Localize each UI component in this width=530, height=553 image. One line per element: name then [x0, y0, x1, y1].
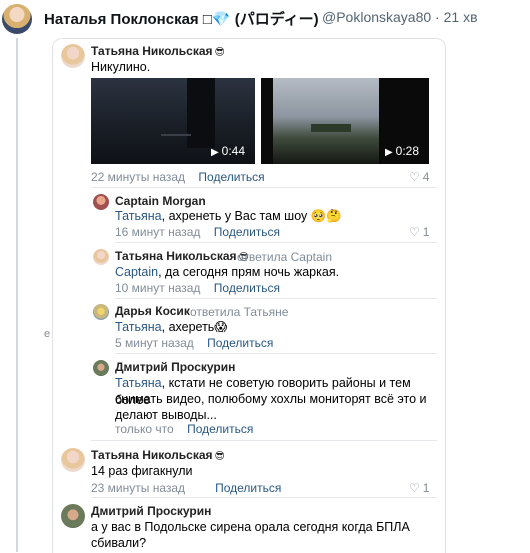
heart-outline-icon: ♡ [409, 225, 420, 239]
like-count: 4 [422, 170, 430, 184]
like-count: 1 [422, 225, 430, 239]
comment-meta: 10 минут назад Поделиться [115, 281, 280, 295]
author-avatar[interactable] [2, 4, 32, 34]
comment-text: а у вас в Подольске сирена орала сегодня… [91, 520, 410, 534]
play-icon: ▶ [210, 147, 219, 158]
building-silhouette [187, 78, 215, 148]
divider [115, 298, 437, 299]
divider [115, 353, 437, 354]
comment-time[interactable]: 23 минуты назад [91, 481, 185, 495]
stray-character: e [44, 328, 51, 340]
like-count: 1 [422, 481, 430, 495]
comment-time[interactable]: 22 минуты назад [91, 170, 185, 184]
avatar[interactable] [93, 249, 109, 265]
reply-to-label[interactable]: ответила Татьяне [190, 305, 288, 319]
mention-link[interactable]: Captain [115, 265, 158, 279]
comment-meta: 22 минуты назад Поделиться [91, 170, 265, 184]
share-link[interactable]: Поделиться [207, 336, 273, 350]
avatar[interactable] [61, 44, 85, 68]
comment-time[interactable]: 10 минут назад [115, 281, 200, 295]
share-link[interactable]: Поделиться [198, 170, 264, 184]
roofline [311, 124, 351, 132]
comment-text: Captain, да сегодня прям ночь жаркая. [115, 265, 340, 279]
divider [91, 440, 437, 441]
reply-to-label[interactable]: ответила Captain [237, 250, 332, 264]
comment-meta: только что Поделиться [115, 422, 253, 436]
sunglasses-emoji-icon: 😎 [214, 451, 225, 462]
comment-text-line: снимать видео, полюбому хохлы мониторят … [115, 392, 427, 406]
like-button[interactable]: ♡ 1 [409, 225, 429, 239]
comment-author[interactable]: Дмитрий Проскурин [91, 504, 211, 518]
author-name: Татьяна Никольская [91, 44, 213, 58]
mention-link[interactable]: Татьяна [115, 376, 162, 390]
comment-time[interactable]: 16 минут назад [115, 225, 200, 239]
divider [115, 242, 437, 243]
comment-text-line: сбивали? [91, 536, 147, 550]
comment-time[interactable]: 5 минут назад [115, 336, 194, 350]
thread-line [16, 38, 18, 552]
heart-outline-icon: ♡ [409, 481, 420, 495]
comment-author[interactable]: Дарья Косик [115, 304, 190, 318]
play-icon: ▶ [384, 147, 393, 158]
mention-link[interactable]: Татьяна [115, 320, 162, 334]
comment-author[interactable]: Татьяна Никольская 😎 [91, 448, 225, 462]
video-duration: ▶ 0:28 [384, 144, 419, 158]
avatar[interactable] [93, 360, 109, 376]
avatar[interactable] [61, 448, 85, 472]
divider [91, 497, 437, 498]
divider [91, 187, 437, 188]
comment-meta: 5 минут назад Поделиться [115, 336, 273, 350]
author-name: Татьяна Никольская [91, 448, 213, 462]
author-display-name[interactable]: Наталья Поклонская □💎 (パロディー) [44, 8, 319, 29]
author-handle-and-time[interactable]: @Poklonskaya80 · 21 хв [322, 9, 478, 25]
like-button[interactable]: ♡ 1 [409, 481, 429, 495]
sunglasses-emoji-icon: 😎 [214, 47, 225, 58]
comment-text: Татьяна, ахереть😱 [115, 320, 228, 334]
share-link[interactable]: Поделиться [214, 225, 280, 239]
share-link[interactable]: Поделиться [214, 281, 280, 295]
avatar[interactable] [93, 304, 109, 320]
avatar[interactable] [61, 504, 85, 528]
lamp-glow [161, 134, 191, 136]
comment-text: Татьяна, ахренеть у Вас там шоу 🥺🤔 [115, 209, 342, 223]
comment-text: 14 раз фигакнули [91, 464, 193, 478]
comment-meta: 16 минут назад Поделиться [115, 225, 280, 239]
share-link[interactable]: Поделиться [187, 422, 253, 436]
comment-meta: 23 минуты назад Поделиться [91, 481, 281, 495]
comment-author[interactable]: Captain Morgan [115, 194, 206, 208]
share-link[interactable]: Поделиться [215, 481, 281, 495]
comment-time[interactable]: только что [115, 422, 174, 436]
video-thumbnail[interactable]: ▶ 0:44 [91, 78, 255, 164]
mention-link[interactable]: Татьяна [115, 209, 162, 223]
comment-author[interactable]: Татьяна Никольская 😎 [115, 249, 249, 263]
avatar[interactable] [93, 194, 109, 210]
video-duration: ▶ 0:44 [210, 144, 245, 158]
tweet-header: Наталья Поклонская □💎 (パロディー) @Poklonska… [0, 0, 530, 36]
comment-author[interactable]: Дмитрий Проскурин [115, 360, 235, 374]
embedded-screenshot-comments: Татьяна Никольская 😎 Никулино. ▶ 0:44 ▶ 0:2… [52, 38, 446, 553]
heart-outline-icon: ♡ [409, 170, 420, 184]
comment-author[interactable]: Татьяна Никольская 😎 [91, 44, 225, 58]
video-thumbnail[interactable]: ▶ 0:28 [261, 78, 429, 164]
video-letterbox-left [261, 78, 273, 164]
like-button[interactable]: ♡ 4 [409, 170, 429, 184]
author-name: Татьяна Никольская [115, 249, 237, 263]
comment-text: Никулино. [91, 60, 151, 74]
